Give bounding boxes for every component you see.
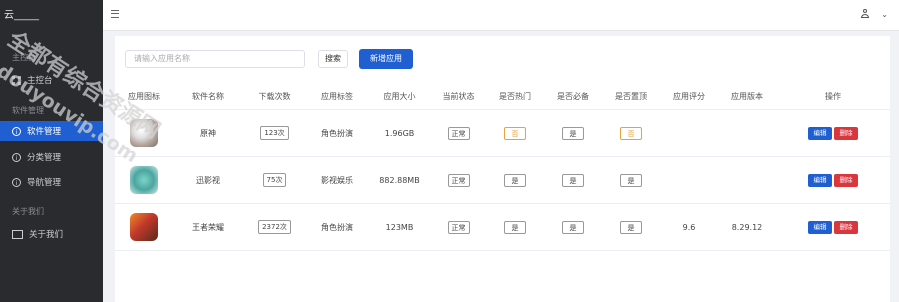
- download-count: 2372次: [258, 220, 291, 234]
- table-row: 迅影视 75次 影视娱乐 882.88MB 正常 是 是 是 编辑 删除: [115, 156, 890, 204]
- header-must: 是否必备: [544, 83, 602, 110]
- grid-icon: [12, 75, 21, 85]
- sidebar-group-dashboard: 主控台: [12, 53, 36, 62]
- top-badge: 是: [620, 173, 642, 187]
- status-badge: 正常: [447, 126, 470, 140]
- header-actions: 操作: [776, 83, 890, 110]
- app-score: [660, 156, 718, 204]
- app-icon: [130, 119, 158, 147]
- must-badge: 是: [562, 220, 584, 234]
- app-icon: [130, 213, 158, 241]
- header-size: 应用大小: [368, 83, 431, 110]
- header-downloads: 下载次数: [243, 83, 306, 110]
- must-badge: 是: [562, 173, 584, 187]
- header-name: 软件名称: [173, 83, 243, 110]
- app-version: [718, 109, 776, 157]
- search-button[interactable]: 搜索: [318, 50, 348, 68]
- header-score: 应用评分: [660, 83, 718, 110]
- header-tag: 应用标签: [306, 83, 368, 110]
- sidebar-item-label: 导航管理: [27, 178, 62, 188]
- app-score: [660, 109, 718, 157]
- status-badge: 正常: [447, 220, 470, 234]
- sidebar-item-software[interactable]: i 软件管理: [0, 121, 103, 141]
- app-version: [718, 156, 776, 204]
- app-size: 123MB: [368, 203, 431, 251]
- edit-button[interactable]: 编辑: [808, 173, 832, 187]
- info-circle-icon: i: [12, 177, 21, 187]
- table-row: 王者荣耀 2372次 角色扮演 123MB 正常 是 是 是 9.6 8.29.…: [115, 203, 890, 251]
- user-icon[interactable]: [861, 9, 869, 18]
- table-header: 应用图标 软件名称 下载次数 应用标签 应用大小 当前状态 是否热门 是否必备 …: [115, 83, 890, 110]
- edit-button[interactable]: 编辑: [808, 220, 832, 234]
- hot-badge: 是: [504, 173, 526, 187]
- header-status: 当前状态: [431, 83, 486, 110]
- top-badge: 是: [620, 220, 642, 234]
- app-tag: 角色扮演: [306, 203, 368, 251]
- monitor-icon: [12, 229, 23, 239]
- header-hot: 是否热门: [486, 83, 544, 110]
- table-row: 原神 123次 角色扮演 1.96GB 正常 否 是 否 编辑 删除: [115, 109, 890, 157]
- edit-button[interactable]: 编辑: [808, 126, 832, 140]
- sidebar-item-dashboard[interactable]: 主控台: [0, 70, 103, 90]
- app-tag: 角色扮演: [306, 109, 368, 157]
- sidebar-item-label: 主控台: [27, 76, 53, 86]
- chevron-down-icon[interactable]: ⌄: [881, 10, 888, 19]
- top-badge: 否: [620, 126, 642, 140]
- sidebar-group-about: 关于我们: [12, 207, 44, 216]
- delete-button[interactable]: 删除: [834, 173, 858, 187]
- app-name: 王者荣耀: [173, 203, 243, 251]
- top-bar: ⌄: [103, 0, 899, 31]
- hot-badge: 是: [504, 220, 526, 234]
- app-size: 1.96GB: [368, 109, 431, 157]
- app-tag: 影视娱乐: [306, 156, 368, 204]
- app-size: 882.88MB: [368, 156, 431, 204]
- delete-button[interactable]: 删除: [834, 220, 858, 234]
- sidebar-item-category[interactable]: i 分类管理: [0, 147, 103, 167]
- main-panel: 请输入应用名称 搜索 新增应用 应用图标 软件名称 下载次数 应用标签 应用大小…: [115, 36, 890, 302]
- header-version: 应用版本: [718, 83, 776, 110]
- info-circle-icon: i: [12, 126, 21, 136]
- info-circle-icon: i: [12, 152, 21, 162]
- search-input[interactable]: 请输入应用名称: [125, 50, 305, 68]
- app-name: 原神: [173, 109, 243, 157]
- download-count: 75次: [262, 173, 287, 187]
- delete-button[interactable]: 删除: [834, 126, 858, 140]
- sidebar-group-software: 软件管理: [12, 106, 44, 115]
- app-name: 迅影视: [173, 156, 243, 204]
- app-score: 9.6: [660, 203, 718, 251]
- add-app-button[interactable]: 新增应用: [359, 49, 413, 69]
- status-badge: 正常: [447, 173, 470, 187]
- sidebar-item-label: 分类管理: [27, 153, 62, 163]
- sidebar: 云_____ 主控台 主控台 软件管理 i 软件管理 i 分类管理 i 导航管理…: [0, 0, 103, 302]
- app-version: 8.29.12: [718, 203, 776, 251]
- header-icon: 应用图标: [115, 83, 173, 110]
- sidebar-item-label: 关于我们: [29, 230, 64, 240]
- menu-toggle-icon[interactable]: [111, 10, 119, 18]
- app-logo: 云_____: [4, 10, 39, 21]
- sidebar-item-nav[interactable]: i 导航管理: [0, 172, 103, 192]
- hot-badge: 否: [504, 126, 526, 140]
- sidebar-item-about[interactable]: 关于我们: [0, 224, 103, 244]
- app-icon: [130, 166, 158, 194]
- app-table: 应用图标 软件名称 下载次数 应用标签 应用大小 当前状态 是否热门 是否必备 …: [115, 83, 890, 251]
- header-top: 是否置顶: [602, 83, 660, 110]
- must-badge: 是: [562, 126, 584, 140]
- download-count: 123次: [260, 126, 289, 140]
- sidebar-item-label: 软件管理: [27, 127, 62, 137]
